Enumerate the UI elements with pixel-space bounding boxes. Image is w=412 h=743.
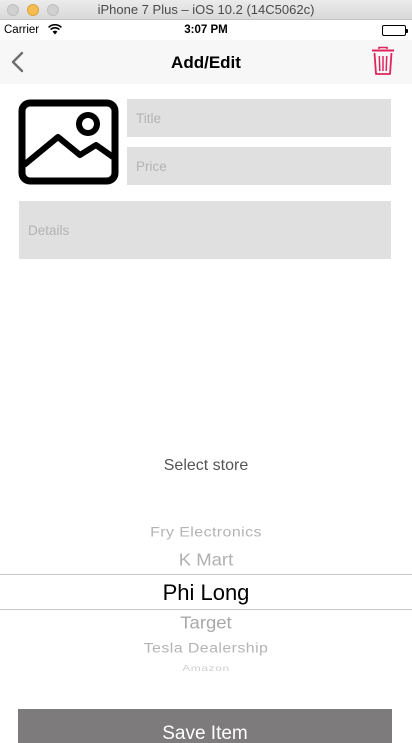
navigation-bar: Add/Edit	[0, 40, 412, 84]
price-input[interactable]	[127, 147, 391, 185]
picker-option-selected[interactable]: Phi Long	[0, 580, 412, 606]
picker-selection-bottom-line	[0, 609, 412, 610]
select-store-label: Select store	[163, 457, 249, 474]
trash-icon[interactable]	[371, 46, 395, 76]
image-placeholder-icon[interactable]	[18, 99, 119, 185]
picker-option[interactable]: K Mart	[0, 550, 412, 571]
store-picker[interactable]: Fry Electronics K Mart Phi Long Target T…	[0, 512, 412, 682]
picker-option[interactable]: Fry Electronics	[0, 525, 412, 541]
details-input[interactable]	[19, 201, 391, 259]
window-title: iPhone 7 Plus – iOS 10.2 (14C5062c)	[97, 2, 315, 17]
title-input[interactable]	[127, 99, 391, 137]
picker-option[interactable]: Target	[0, 613, 412, 634]
nav-title: Add/Edit	[171, 53, 241, 72]
picker-option[interactable]: Amazon	[0, 663, 412, 673]
picker-option[interactable]: Tesla Dealership	[0, 641, 412, 657]
simulator-titlebar: iPhone 7 Plus – iOS 10.2 (14C5062c)	[0, 0, 412, 20]
status-bar: Carrier 3:07 PM	[0, 20, 412, 40]
picker-selection-top-line	[0, 574, 412, 575]
status-time: 3:07 PM	[184, 24, 228, 36]
battery-icon	[382, 25, 408, 36]
save-item-button[interactable]: Save Item	[18, 709, 392, 743]
